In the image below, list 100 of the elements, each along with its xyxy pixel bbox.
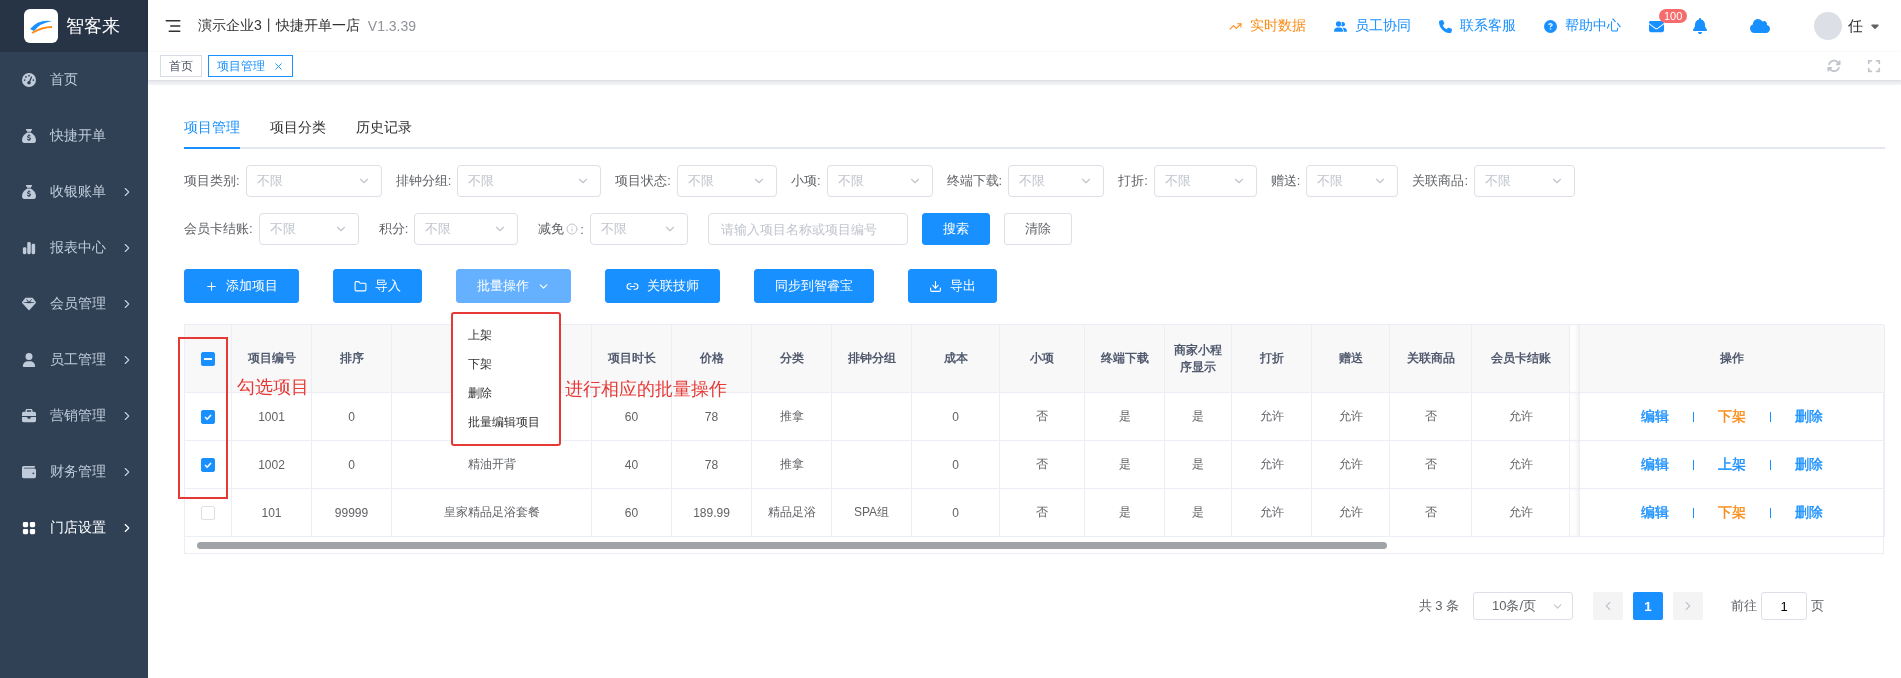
refresh-icon[interactable] — [1827, 59, 1841, 73]
table-cell: 允许 — [1232, 489, 1312, 537]
action-link[interactable]: 下架 — [1718, 503, 1746, 522]
table-cell: 皇家精品足浴套餐 — [392, 489, 592, 537]
table-cell: 否 — [1000, 393, 1085, 441]
toolbar-button[interactable]: 导出 — [908, 269, 997, 303]
toolbar-button[interactable]: 同步到智睿宝 — [754, 269, 874, 303]
column-header: 会员卡结账 — [1472, 325, 1570, 393]
table-cell: 允许 — [1472, 441, 1570, 489]
sidebar-item[interactable]: 营销管理 — [14, 388, 134, 444]
logo-icon — [24, 9, 58, 43]
filter-label: : — [580, 221, 584, 237]
filter-label: 项目状态: — [615, 172, 671, 190]
action-link[interactable]: 编辑 — [1641, 503, 1669, 522]
folder-icon — [354, 279, 367, 293]
table-cell: 0 — [312, 441, 392, 489]
cloud-icon[interactable] — [1750, 16, 1770, 36]
toolbar-button[interactable]: 添加项目 — [184, 269, 299, 303]
column-header: 成本 — [912, 325, 1000, 393]
clear-button[interactable]: 清除 — [1003, 213, 1072, 245]
action-link[interactable]: 下架 — [1718, 407, 1746, 426]
version-label: V1.3.39 — [367, 18, 417, 34]
table-cell: 否 — [1000, 441, 1085, 489]
action-link[interactable]: 上架 — [1718, 455, 1746, 474]
table-cell: 0 — [912, 393, 1000, 441]
menu-item[interactable]: 上架 — [456, 321, 556, 350]
page-suffix: 页 — [1811, 597, 1824, 615]
filter-label: 打折: — [1118, 172, 1148, 190]
sidebar-item[interactable]: 会员管理 — [14, 276, 134, 332]
column-header: 商家小程序显示 — [1165, 325, 1232, 393]
table-cell: 是 — [1085, 441, 1165, 489]
mail-icon[interactable] — [1649, 18, 1664, 34]
tab[interactable]: 历史记录 — [356, 111, 412, 149]
page-field[interactable]: 1 — [1761, 592, 1807, 620]
menu-item[interactable]: 批量编辑项目 — [456, 408, 556, 437]
close-icon[interactable] — [273, 60, 284, 72]
page-size-select[interactable]: 10条/页 — [1473, 592, 1573, 620]
filter-label: 会员卡结账: — [184, 220, 253, 238]
header-link[interactable]: 员工协同 — [1334, 17, 1411, 35]
download-icon — [929, 279, 942, 293]
checkbox[interactable] — [201, 409, 215, 424]
fullscreen-icon[interactable] — [1867, 59, 1881, 73]
phone-icon — [1439, 19, 1452, 33]
sidebar-item[interactable]: 财务管理 — [14, 444, 134, 500]
action-link[interactable]: 删除 — [1795, 503, 1823, 522]
tab[interactable]: 项目管理 — [184, 111, 240, 149]
money-bag-icon — [22, 185, 36, 199]
column-header: 小项 — [1000, 325, 1085, 393]
sidebar-item[interactable]: 门店设置 — [14, 500, 134, 556]
table-cell: 允许 — [1472, 489, 1570, 537]
search-button[interactable]: 搜索 — [921, 213, 990, 245]
sidebar-item[interactable]: 员工管理 — [14, 332, 134, 388]
plus-icon — [205, 279, 218, 293]
table-cell: 否 — [1000, 489, 1085, 537]
checkbox[interactable] — [201, 457, 215, 472]
store-title: 演示企业3丨快捷开单一店 — [198, 17, 360, 35]
column-header: 终端下载 — [1085, 325, 1165, 393]
checkbox[interactable] — [201, 351, 215, 366]
toolbar-button[interactable]: 导入 — [333, 269, 422, 303]
header-link[interactable]: 联系客服 — [1439, 17, 1516, 35]
page-tag[interactable]: 项目管理 — [208, 55, 293, 77]
toolbar-button[interactable]: 批量操作 — [456, 269, 571, 303]
column-header: 排钟分组 — [832, 325, 912, 393]
user-icon — [22, 353, 36, 367]
table-cell: 78 — [672, 441, 752, 489]
action-link[interactable]: 编辑 — [1641, 455, 1669, 474]
page-button[interactable]: 1 — [1633, 592, 1663, 620]
sidebar-item[interactable]: 首页 — [14, 52, 134, 108]
table-cell: 精油开背 — [392, 441, 592, 489]
table-cell: 101 — [232, 489, 312, 537]
table-cell: 推拿 — [752, 393, 832, 441]
tab[interactable]: 项目分类 — [270, 111, 326, 149]
wallet-icon — [22, 465, 36, 479]
table-cell: 否 — [1390, 393, 1472, 441]
table-cell: 40 — [592, 441, 672, 489]
bell-icon[interactable] — [1692, 18, 1708, 34]
header-link[interactable]: 帮助中心 — [1544, 17, 1621, 35]
table-cell: 是 — [1165, 393, 1232, 441]
search-field[interactable]: 请输入项目名称或项目编号 — [707, 213, 908, 245]
table-cell: 0 — [912, 441, 1000, 489]
filter-label: 关联商品: — [1412, 172, 1468, 190]
action-link[interactable]: 删除 — [1795, 407, 1823, 426]
table-cell: 允许 — [1312, 489, 1390, 537]
menu-item[interactable]: 删除 — [456, 379, 556, 408]
table-cell: 否 — [1390, 441, 1472, 489]
filter-label: 排钟分组: — [395, 172, 452, 190]
sidebar-item[interactable]: 报表中心 — [14, 220, 134, 276]
page-tag[interactable]: 首页 — [160, 55, 202, 77]
sidebar-item[interactable]: 收银账单 — [14, 164, 134, 220]
menu-icon[interactable] — [164, 17, 182, 35]
header-link[interactable]: 实时数据 — [1229, 17, 1306, 35]
menu-item[interactable]: 下架 — [456, 350, 556, 379]
user-name[interactable]: 任 — [1848, 16, 1863, 36]
goto-label: 前往 — [1731, 597, 1757, 615]
toolbar-button[interactable]: 关联技师 — [605, 269, 720, 303]
action-link[interactable]: 删除 — [1795, 455, 1823, 474]
action-link[interactable]: 编辑 — [1641, 407, 1669, 426]
sidebar-item[interactable]: 快捷开单 — [14, 108, 134, 164]
table-cell: SPA组 — [832, 489, 912, 537]
column-header: 操作 — [1580, 325, 1885, 393]
